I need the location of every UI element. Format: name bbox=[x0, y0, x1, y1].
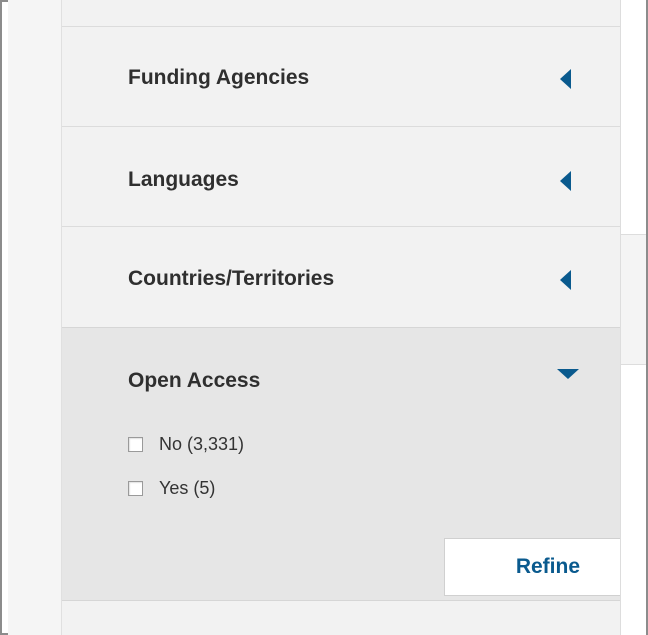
filter-section-open-access: Open Access No (3,331) Yes (5) Refine bbox=[62, 327, 620, 600]
caret-left-icon[interactable] bbox=[560, 69, 571, 89]
left-gutter bbox=[8, 0, 62, 635]
filter-section-countries-territories[interactable]: Countries/Territories bbox=[62, 226, 620, 326]
option-yes[interactable]: Yes (5) bbox=[128, 477, 215, 499]
filter-section-funding-agencies[interactable]: Funding Agencies bbox=[62, 26, 620, 126]
right-content-block bbox=[621, 234, 646, 365]
section-title-open-access: Open Access bbox=[128, 369, 261, 392]
section-title-funding-agencies: Funding Agencies bbox=[128, 66, 310, 89]
section-title-languages: Languages bbox=[128, 168, 239, 191]
checkbox-yes[interactable] bbox=[128, 480, 143, 496]
caret-left-icon[interactable] bbox=[560, 171, 571, 191]
option-label-yes: Yes (5) bbox=[159, 477, 216, 498]
refine-button[interactable]: Refine bbox=[444, 538, 620, 596]
option-no[interactable]: No (3,331) bbox=[128, 433, 244, 455]
section-title-countries-territories: Countries/Territories bbox=[128, 267, 335, 290]
next-filter-section bbox=[62, 600, 620, 635]
checkbox-no[interactable] bbox=[128, 436, 143, 452]
option-label-no: No (3,331) bbox=[159, 433, 245, 454]
caret-down-icon[interactable] bbox=[557, 369, 579, 379]
filter-section-languages[interactable]: Languages bbox=[62, 126, 620, 226]
filter-panel: Funding Agencies Languages Countries/Ter… bbox=[62, 0, 621, 635]
caret-left-icon[interactable] bbox=[560, 270, 571, 290]
